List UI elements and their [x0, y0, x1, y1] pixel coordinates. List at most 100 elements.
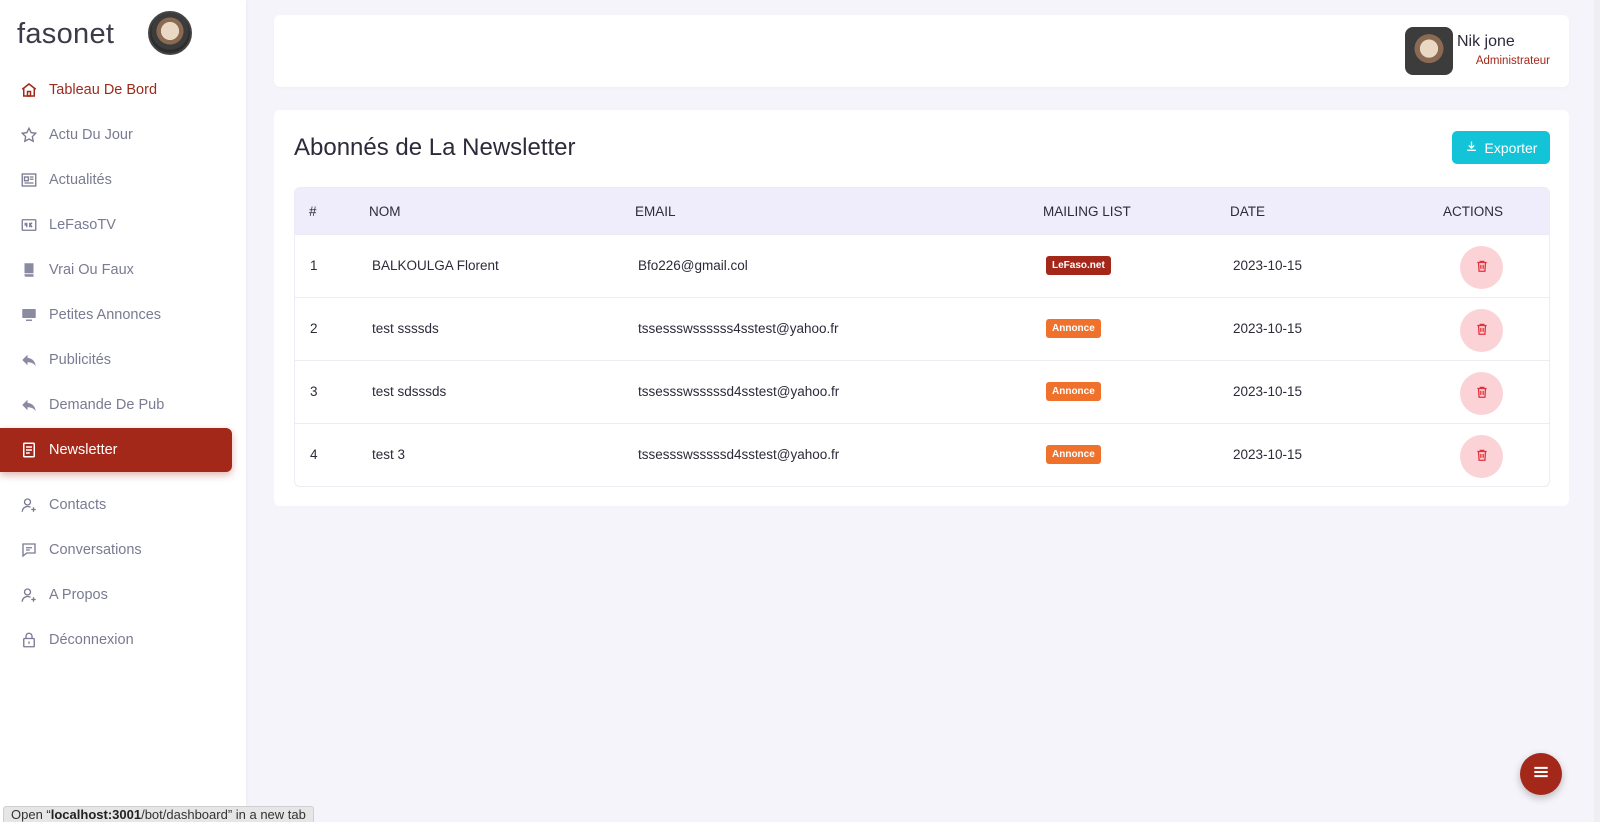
- sidebar-item-tableau-de-bord[interactable]: Tableau De Bord: [0, 68, 232, 112]
- export-button[interactable]: Exporter: [1452, 131, 1550, 164]
- table-header: # NOM EMAIL MAILING LIST DATE ACTIONS: [295, 188, 1549, 234]
- trash-icon: [1475, 385, 1489, 402]
- sidebar-item-conversations[interactable]: Conversations: [0, 528, 232, 572]
- column-header: NOM: [369, 204, 401, 219]
- sidebar-item-label: Conversations: [49, 542, 142, 558]
- sidebar-item-label: Publicités: [49, 352, 112, 368]
- reply-icon: [20, 396, 38, 414]
- row-email: tssessswsssssd4sstest@yahoo.fr: [638, 447, 840, 462]
- top-header: Nik jone Administrateur: [274, 15, 1569, 87]
- link-status-tooltip: Open “localhost:3001/bot/dashboard” in a…: [3, 806, 314, 822]
- status-prefix: Open “: [11, 807, 51, 822]
- row-name: test ssssds: [372, 321, 439, 336]
- row-email: tssessswsssssd4sstest@yahoo.fr: [638, 384, 840, 399]
- trash-icon: [1475, 448, 1489, 465]
- export-label: Exporter: [1484, 139, 1538, 156]
- monitor-icon: [20, 306, 38, 324]
- sidebar-item-deconnexion[interactable]: Déconnexion: [0, 618, 232, 662]
- sidebar-item-publicites[interactable]: Publicités: [0, 338, 232, 382]
- star-icon: [20, 126, 38, 144]
- row-number: 2: [310, 321, 318, 336]
- message-icon: [20, 541, 38, 559]
- tv-4k-icon: [20, 216, 38, 234]
- sidebar: fasonet Tableau De Bord Actu Du Jour Act…: [0, 0, 246, 822]
- trash-icon: [1475, 322, 1489, 339]
- user-plus-icon: [20, 586, 38, 604]
- sidebar-item-label: Actualités: [49, 172, 112, 188]
- column-header: ACTIONS: [1443, 204, 1504, 219]
- sidebar-item-label: LeFasoTV: [49, 217, 116, 233]
- status-host: localhost:3001: [50, 807, 142, 822]
- row-date: 2023-10-15: [1233, 384, 1303, 399]
- sidebar-item-a-propos[interactable]: A Propos: [0, 573, 232, 617]
- newsletter-card: Abonnés de La Newsletter Exporter # NOM …: [274, 110, 1569, 506]
- trash-icon: [1475, 259, 1489, 276]
- sidebar-item-demande-de-pub[interactable]: Demande De Pub: [0, 383, 232, 427]
- sidebar-item-petites-annonces[interactable]: Petites Annonces: [0, 293, 232, 337]
- subscribers-table: # NOM EMAIL MAILING LIST DATE ACTIONS 1 …: [294, 187, 1550, 487]
- row-name: test sdsssds: [372, 384, 447, 399]
- reply-icon: [20, 351, 38, 369]
- sidebar-item-actu-du-jour[interactable]: Actu Du Jour: [0, 113, 232, 157]
- mailing-list-badge: Annonce: [1046, 382, 1101, 401]
- user-plus-icon: [20, 496, 38, 514]
- column-header: DATE: [1230, 204, 1266, 219]
- row-number: 3: [310, 384, 318, 399]
- row-date: 2023-10-15: [1233, 447, 1303, 462]
- column-header: MAILING LIST: [1043, 204, 1131, 219]
- sidebar-item-label: Actu Du Jour: [49, 127, 133, 143]
- row-email: tssessswssssss4sstest@yahoo.fr: [638, 321, 839, 336]
- book-icon: [20, 261, 38, 279]
- mailing-list-badge: Annonce: [1046, 445, 1101, 464]
- sidebar-item-label: Déconnexion: [49, 632, 134, 648]
- newspaper-icon: [20, 171, 38, 189]
- sidebar-item-label: Demande De Pub: [49, 397, 165, 413]
- sidebar-item-label: A Propos: [49, 587, 108, 603]
- home-icon: [20, 81, 38, 99]
- table-row: 3 test sdsssds tssessswsssssd4sstest@yah…: [295, 360, 1549, 423]
- row-number: 1: [310, 258, 318, 273]
- table-row: 1 BALKOULGA Florent Bfo226@gmail.col LeF…: [295, 234, 1549, 297]
- sidebar-item-contacts[interactable]: Contacts: [0, 483, 232, 527]
- column-header: #: [309, 204, 317, 219]
- sidebar-item-actualites[interactable]: Actualités: [0, 158, 232, 202]
- row-date: 2023-10-15: [1233, 258, 1303, 273]
- delete-button[interactable]: [1460, 435, 1503, 478]
- user-name: Nik jone: [1457, 33, 1515, 50]
- sidebar-item-vrai-ou-faux[interactable]: Vrai Ou Faux: [0, 248, 232, 292]
- brand-logo: [148, 11, 192, 55]
- table-row: 2 test ssssds tssessswssssss4sstest@yaho…: [295, 297, 1549, 360]
- lock-icon: [20, 631, 38, 649]
- sidebar-item-label: Petites Annonces: [49, 307, 162, 323]
- delete-button[interactable]: [1460, 372, 1503, 415]
- sidebar-item-label: Tableau De Bord: [49, 82, 158, 98]
- page-title: Abonnés de La Newsletter: [294, 134, 576, 161]
- row-name: BALKOULGA Florent: [372, 258, 499, 273]
- sidebar-item-label: Contacts: [49, 497, 107, 513]
- delete-button[interactable]: [1460, 309, 1503, 352]
- menu-fab-button[interactable]: [1520, 753, 1562, 795]
- mailing-list-badge: LeFaso.net: [1046, 256, 1111, 275]
- delete-button[interactable]: [1460, 246, 1503, 289]
- sidebar-item-lefasotv[interactable]: LeFasoTV: [0, 203, 232, 247]
- download-icon: [1465, 140, 1478, 156]
- hamburger-icon: [1531, 762, 1551, 787]
- sidebar-item-label: Vrai Ou Faux: [49, 262, 134, 278]
- brand[interactable]: fasonet: [17, 14, 114, 54]
- sidebar-item-label: Newsletter: [49, 442, 118, 458]
- status-path: /bot/dashboard: [141, 807, 228, 822]
- status-suffix: ” in a new tab: [227, 807, 306, 822]
- scrollbar[interactable]: [1594, 0, 1600, 822]
- row-name: test 3: [372, 447, 406, 462]
- brand-name: fasonet: [17, 17, 115, 50]
- document-icon: [20, 441, 38, 459]
- mailing-list-badge: Annonce: [1046, 319, 1101, 338]
- row-date: 2023-10-15: [1233, 321, 1303, 336]
- table-row: 4 test 3 tssessswsssssd4sstest@yahoo.fr …: [295, 423, 1549, 486]
- row-email: Bfo226@gmail.col: [638, 258, 748, 273]
- user-role: Administrateur: [1475, 55, 1550, 67]
- user-avatar[interactable]: [1405, 27, 1453, 75]
- row-number: 4: [310, 447, 318, 462]
- sidebar-item-newsletter[interactable]: Newsletter: [0, 428, 232, 472]
- column-header: EMAIL: [635, 204, 676, 219]
